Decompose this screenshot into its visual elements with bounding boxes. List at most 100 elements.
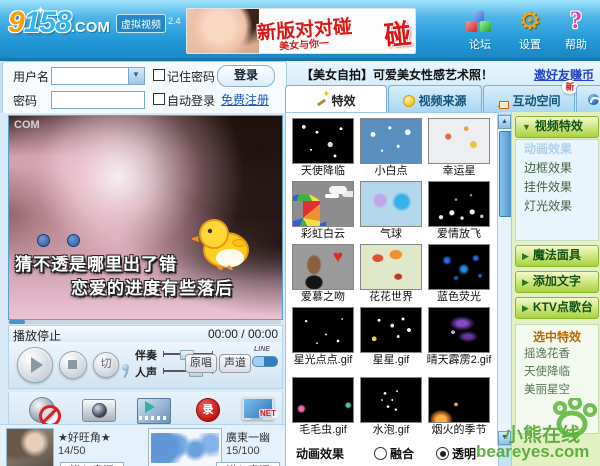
tab-effects[interactable]: 特效	[285, 85, 387, 113]
radio-transparent[interactable]	[436, 447, 449, 460]
nav-settings-label: 设置	[508, 36, 552, 52]
effect-item[interactable]: 小白点	[358, 118, 424, 178]
effect-thumb-balloons	[360, 181, 422, 227]
room-thumbnail[interactable]	[6, 428, 54, 466]
invite-friends-link[interactable]: 邀好友赚币	[534, 66, 594, 83]
effect-item[interactable]: 幸运星	[426, 118, 492, 178]
free-register-link[interactable]: 免费注册	[221, 91, 269, 108]
selected-effect-item[interactable]: 天使降临	[516, 363, 598, 381]
house-icon	[497, 97, 509, 107]
effect-item[interactable]: 水泡.gif	[358, 377, 424, 437]
effect-item[interactable]: 晴天霹雳2.gif	[426, 307, 492, 367]
effect-item[interactable]: 彩虹白云	[290, 181, 356, 241]
seekbar-handle[interactable]	[9, 320, 25, 324]
effect-item[interactable]: 爱慕之吻	[290, 244, 356, 304]
effect-label: 花花世界	[358, 291, 424, 304]
left-column: COM 猜不透是哪里出了错 恋爱的进度有些落后 播放停止 00:00 / 00:…	[0, 113, 285, 466]
enter-room-button[interactable]: 进入房间	[216, 462, 280, 466]
chevron-down-icon[interactable]	[128, 68, 144, 84]
transparent-option[interactable]: 透明	[436, 445, 476, 462]
effect-label: 幸运星	[426, 165, 492, 178]
scroll-up-arrow[interactable]	[498, 115, 511, 129]
radio-blend[interactable]	[374, 447, 387, 460]
password-input[interactable]	[51, 91, 145, 109]
logo-subtitle: 虚拟视频	[116, 14, 166, 33]
switch-button[interactable]: 切	[93, 352, 119, 378]
net-broadcast-button[interactable]: NET	[237, 395, 277, 425]
ad-banner[interactable]: 新版对对碰 美女与你一 碰	[186, 8, 416, 54]
snapshot-button[interactable]	[79, 395, 119, 425]
original-vocal-button[interactable]: 原唱	[185, 354, 217, 373]
line-in-toggle[interactable]: LINE	[252, 348, 278, 370]
record-button[interactable]: 录	[187, 395, 227, 425]
sidebar-section-video-effects[interactable]: ▼视频特效	[515, 116, 599, 138]
room-thumbnail[interactable]	[148, 428, 222, 466]
vocal-label: 人声	[135, 364, 157, 380]
sidebar-item-pendant-effects[interactable]: 挂件效果	[516, 178, 598, 197]
duck-pendant-icon	[192, 212, 254, 270]
section-label: 添加文字	[533, 274, 581, 288]
monitor-stand-icon	[251, 418, 263, 421]
video-effects-button[interactable]	[133, 395, 173, 425]
enter-room-button[interactable]: 进入房间	[60, 462, 124, 466]
sidebar-section-magic-mask[interactable]: ▶魔法面具	[515, 245, 599, 267]
promo-text: 【美女自拍】可爱美女性感艺术照！	[301, 66, 493, 83]
nav-forum[interactable]: 论坛	[458, 10, 502, 52]
animation-effect-label: 动画效果	[296, 445, 344, 462]
effect-item[interactable]: 星光点点.gif	[290, 307, 356, 367]
nav-settings[interactable]: 设置	[508, 10, 552, 52]
effect-item[interactable]: 星星.gif	[358, 307, 424, 367]
effect-label: 晴天霹雳2.gif	[426, 354, 492, 367]
effects-panel: 天使降临 小白点 幸运星 彩虹白云 气球 爱情放飞 爱慕之吻 花花世界	[285, 112, 499, 466]
sidebar-section-ktv[interactable]: ▶KTV点歌台	[515, 297, 599, 319]
blend-option[interactable]: 融合	[374, 445, 414, 462]
selected-effects-header: 选中特效	[516, 325, 598, 345]
cubes-icon-red	[466, 21, 477, 32]
sidebar-item-light-effects[interactable]: 灯光效果	[516, 197, 598, 216]
sidebar-item-border-effects[interactable]: 边框效果	[516, 159, 598, 178]
effect-item[interactable]: 烟火的季节	[426, 377, 492, 437]
triangle-right-icon: ▶	[522, 251, 529, 261]
karaoke-dot-icon	[67, 234, 80, 247]
effect-item[interactable]: 天使降临	[290, 118, 356, 178]
sidebar-section-add-text[interactable]: ▶添加文字	[515, 271, 599, 293]
blend-label: 融合	[390, 447, 414, 461]
header-bar: ✦ 9158.COM 虚拟视频 2.4 新版对对碰 美女与你一 碰 论坛 设置 …	[0, 0, 600, 61]
login-button[interactable]: 登录	[217, 65, 275, 87]
effect-item[interactable]: 气球	[358, 181, 424, 241]
line-label: LINE	[254, 346, 270, 353]
effects-scrollbar[interactable]	[497, 114, 512, 446]
effect-item[interactable]: 爱情放飞	[426, 181, 492, 241]
autologin-checkbox[interactable]	[153, 93, 165, 105]
play-button[interactable]	[17, 347, 53, 383]
video-effects-list: 动画效果 边框效果 挂件效果 灯光效果	[515, 139, 599, 241]
remember-password-label: 记住密码	[167, 68, 215, 85]
scroll-down-arrow[interactable]	[498, 431, 511, 445]
video-seekbar[interactable]	[8, 320, 281, 324]
selected-effect-item[interactable]: 美丽星空	[516, 381, 598, 399]
cubes-icon-green	[480, 21, 491, 32]
effect-thumb-stars	[360, 307, 422, 353]
audio-channel-button[interactable]: 声道	[219, 354, 251, 373]
nav-help[interactable]: 帮助	[554, 10, 598, 52]
remember-password-checkbox[interactable]	[153, 69, 165, 81]
effect-label: 气球	[358, 228, 424, 241]
banner-subtitle: 美女与你一	[279, 34, 330, 52]
effect-thumb-caterpillar	[292, 377, 354, 423]
selected-effects-panel: 选中特效 摇逸花香 天使降临 美丽星空	[515, 324, 599, 434]
triangle-right-icon: ▶	[522, 303, 529, 313]
username-input[interactable]	[51, 67, 145, 85]
effect-label: 蓝色荧光	[426, 291, 492, 304]
tab-interactive-space[interactable]: 互动空间 新	[483, 85, 575, 112]
tab-ktv[interactable]: KTV	[576, 85, 600, 112]
camera-disable-button[interactable]	[23, 395, 63, 425]
tab-video-source[interactable]: 视频来源	[388, 85, 482, 112]
stop-button[interactable]	[59, 351, 87, 379]
sidebar-item-animation-effects[interactable]: 动画效果	[516, 140, 598, 159]
logo-9: 9	[8, 6, 24, 39]
effect-item[interactable]: 蓝色荧光	[426, 244, 492, 304]
effect-item[interactable]: 花花世界	[358, 244, 424, 304]
right-sidebar: ▼视频特效 动画效果 边框效果 挂件效果 灯光效果 ▶魔法面具 ▶添加文字 ▶K…	[511, 112, 600, 466]
effect-item[interactable]: 毛毛虫.gif	[290, 377, 356, 437]
selected-effect-item[interactable]: 摇逸花香	[516, 345, 598, 363]
